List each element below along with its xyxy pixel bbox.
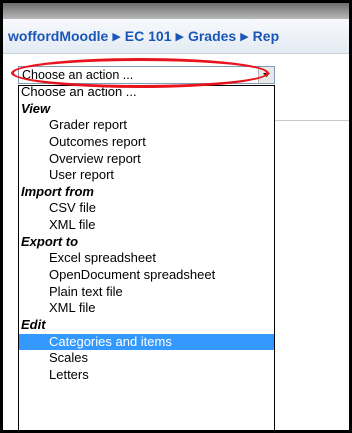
option-letters[interactable]: Letters bbox=[19, 367, 274, 384]
option-csv-file[interactable]: CSV file bbox=[19, 200, 274, 217]
triangle-right-icon: ▶ bbox=[175, 31, 184, 43]
optgroup-view: View bbox=[21, 100, 51, 116]
triangle-right-icon: ▶ bbox=[112, 31, 121, 43]
navbar: woffordMoodle ▶ EC 101 ▶ Grades ▶ Rep bbox=[3, 19, 349, 54]
option-outcomes-report[interactable]: Outcomes report bbox=[19, 134, 274, 151]
action-select[interactable]: Choose an action ... bbox=[18, 66, 275, 84]
triangle-right-icon: ▶ bbox=[240, 31, 249, 43]
option-grader-report[interactable]: Grader report bbox=[19, 117, 274, 134]
option-scales[interactable]: Scales bbox=[19, 350, 274, 367]
chevron-down-icon bbox=[263, 73, 270, 77]
breadcrumb-item-course[interactable]: EC 101 bbox=[125, 28, 172, 44]
dropdown-toggle[interactable] bbox=[258, 67, 274, 83]
option-categories-and-items[interactable]: Categories and items bbox=[19, 333, 274, 351]
option-plain-text-file[interactable]: Plain text file bbox=[19, 284, 274, 301]
option-choose-action[interactable]: Choose an action ... bbox=[19, 86, 274, 101]
screenshot-frame: woffordMoodle ▶ EC 101 ▶ Grades ▶ Rep Choose a… bbox=[0, 0, 352, 433]
divider bbox=[275, 120, 349, 121]
breadcrumb-item-site[interactable]: woffordMoodle bbox=[8, 28, 108, 44]
action-dropdown-list: Choose an action ... View Grader report Out… bbox=[18, 85, 275, 430]
option-user-report[interactable]: User report bbox=[19, 167, 274, 184]
optgroup-import-from: Import from bbox=[21, 183, 94, 199]
option-overview-report[interactable]: Overview report bbox=[19, 151, 274, 168]
header-strip bbox=[3, 3, 349, 19]
optgroup-edit: Edit bbox=[21, 316, 46, 332]
action-select-value: Choose an action ... bbox=[22, 68, 134, 82]
option-opendocument-spreadsheet[interactable]: OpenDocument spreadsheet bbox=[19, 267, 274, 284]
option-xml-file[interactable]: XML file bbox=[19, 217, 274, 234]
breadcrumb: woffordMoodle ▶ EC 101 ▶ Grades ▶ Rep bbox=[8, 28, 279, 44]
breadcrumb-item-grades[interactable]: Grades bbox=[188, 28, 236, 44]
option-xml-file[interactable]: XML file bbox=[19, 300, 274, 317]
breadcrumb-item-reports[interactable]: Rep bbox=[253, 28, 279, 44]
optgroup-export-to: Export to bbox=[21, 233, 79, 249]
option-excel-spreadsheet[interactable]: Excel spreadsheet bbox=[19, 250, 274, 267]
